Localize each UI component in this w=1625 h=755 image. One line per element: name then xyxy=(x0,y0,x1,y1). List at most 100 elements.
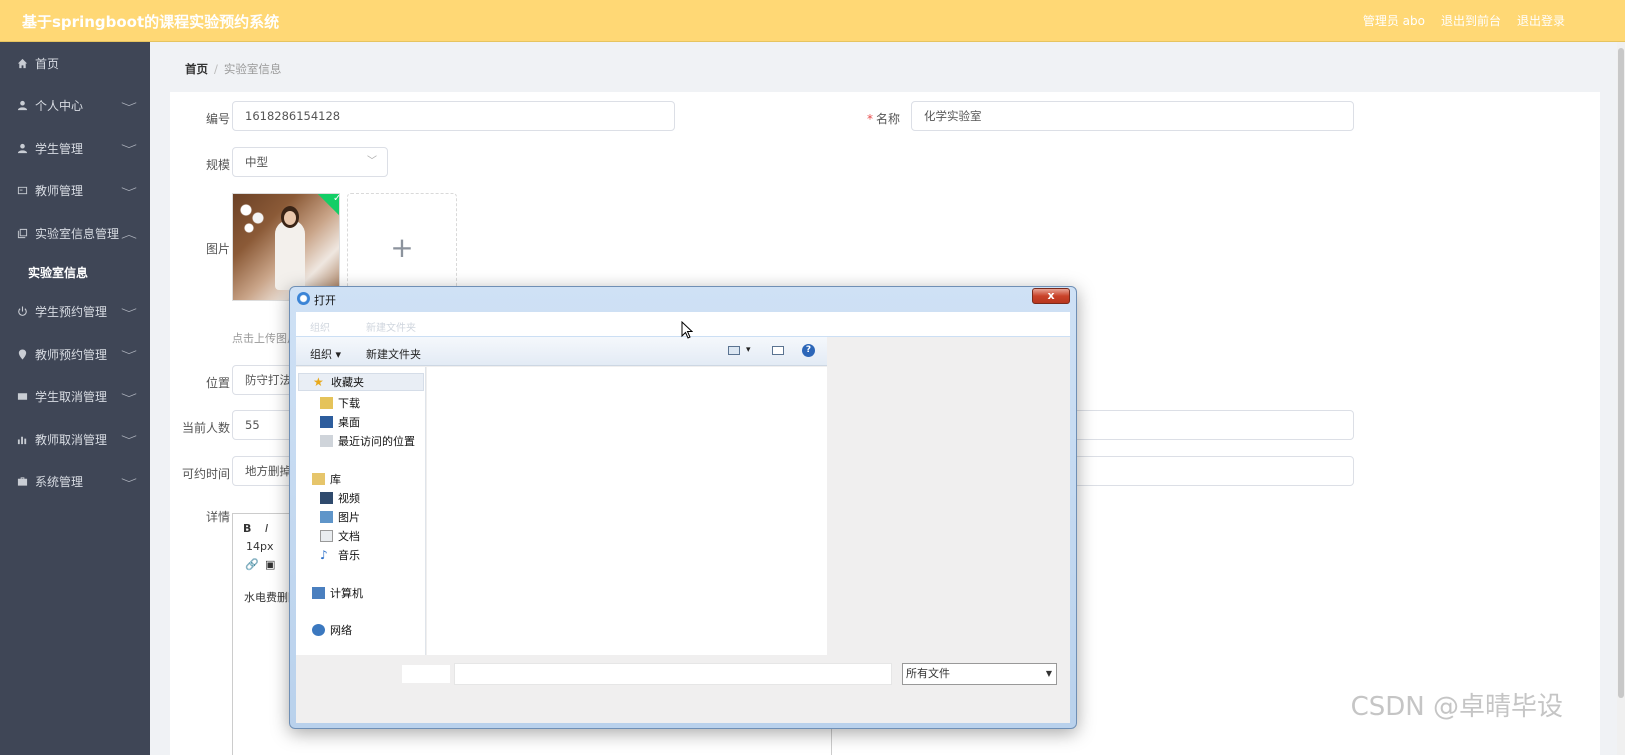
sidebar-item-profile[interactable]: 个人中心 ﹀ xyxy=(0,85,150,128)
libraries-icon xyxy=(312,473,325,485)
upload-add-button[interactable]: + xyxy=(347,193,457,301)
current-count-label: 当前人数 xyxy=(181,421,230,435)
name-input[interactable]: 化学实验室 xyxy=(911,101,1354,131)
nav-desktop[interactable]: 桌面 xyxy=(320,414,360,430)
chevron-up-icon: ︿ xyxy=(121,230,137,241)
image-label: 图片 xyxy=(205,242,230,256)
nav-documents[interactable]: 文档 xyxy=(320,528,360,544)
nav-videos[interactable]: 视频 xyxy=(320,490,360,506)
app-title: 基于springboot的课程实验预约系统 xyxy=(22,13,280,31)
sidebar-item-label: 系统管理 xyxy=(35,475,84,490)
sidebar-item-students[interactable]: 学生管理 ﹀ xyxy=(0,127,150,170)
computer-icon xyxy=(312,587,325,599)
top-actions: 管理员 abo 退出到前台 退出登录 xyxy=(1363,12,1565,29)
watermark: CSDN @卓晴毕设 xyxy=(1350,692,1563,722)
power-icon xyxy=(16,306,28,318)
breadcrumb-home[interactable]: 首页 xyxy=(185,62,208,76)
uploaded-photo xyxy=(233,194,339,300)
font-size-select[interactable]: 14px xyxy=(246,540,274,553)
dialog-titlebar[interactable]: 打开 x xyxy=(290,287,1076,309)
sidebar-item-label: 学生预约管理 xyxy=(35,305,108,320)
dialog-body: 组织 ▾ 新建文件夹 ▾ ? ★ 收藏夹 下载 桌面 最近访问的位置 库 视频 … xyxy=(296,337,1070,723)
chevron-down-icon: ﹀ xyxy=(121,187,137,199)
sidebar-item-teacher-booking[interactable]: 教师预约管理 ﹀ xyxy=(0,333,150,376)
nav-favorites[interactable]: ★ 收藏夹 xyxy=(298,373,424,391)
organize-menu[interactable]: 组织 ▾ xyxy=(310,346,341,362)
nav-network[interactable]: 网络 xyxy=(312,622,352,638)
star-icon: ★ xyxy=(313,375,324,389)
nav-libraries[interactable]: 库 xyxy=(312,471,341,487)
preview-pane-icon[interactable] xyxy=(772,346,784,355)
sidebar-item-system[interactable]: 系统管理 ﹀ xyxy=(0,461,150,504)
network-icon xyxy=(312,624,325,636)
sidebar-item-home[interactable]: 首页 xyxy=(0,42,150,85)
home-icon xyxy=(16,57,28,69)
chevron-down-icon: ﹀ xyxy=(121,436,137,447)
filename-input[interactable] xyxy=(454,663,892,685)
scrollbar-thumb[interactable] xyxy=(1618,48,1624,698)
nav-music[interactable]: ♪ 音乐 xyxy=(320,547,360,563)
sidebar-item-teachers[interactable]: 教师管理 ﹀ xyxy=(0,170,150,213)
sidebar-item-label: 教师管理 xyxy=(35,184,84,199)
location-icon xyxy=(16,348,28,360)
dialog-nav-pane: ★ 收藏夹 下载 桌面 最近访问的位置 库 视频 图片 文档 ♪ 音乐 计算机 … xyxy=(296,367,426,655)
nav-computer[interactable]: 计算机 xyxy=(312,585,363,601)
help-icon[interactable]: ? xyxy=(802,344,815,357)
chevron-down-icon: ﹀ xyxy=(121,351,137,362)
sidebar-item-student-cancel[interactable]: 学生取消管理 ﹀ xyxy=(0,376,150,419)
sidebar-item-teacher-cancel[interactable]: 教师取消管理 ﹀ xyxy=(0,418,150,461)
sidebar-item-label: 学生管理 xyxy=(35,141,84,156)
chevron-down-icon: ﹀ xyxy=(121,145,137,156)
user-icon xyxy=(16,142,28,154)
view-options-icon[interactable] xyxy=(728,346,740,355)
sidebar-item-label: 教师取消管理 xyxy=(35,432,108,447)
mail-icon xyxy=(16,391,28,403)
copy-icon xyxy=(16,227,28,239)
link-icon[interactable]: 🔗 xyxy=(245,558,259,571)
main-scrollbar[interactable] xyxy=(1617,42,1625,755)
nav-pictures[interactable]: 图片 xyxy=(320,509,360,525)
file-open-dialog: 打开 x 组织 新建文件夹 组织 ▾ 新建文件夹 ▾ ? ★收藏夹 下载 桌面 xyxy=(289,286,1077,729)
dropdown-arrow-icon: ▼ xyxy=(1045,669,1052,678)
bar-chart-icon xyxy=(16,433,28,445)
top-bar: 基于springboot的课程实验预约系统 管理员 abo 退出到前台 退出登录 xyxy=(0,0,1625,42)
sidebar-item-student-booking[interactable]: 学生预约管理 ﹀ xyxy=(0,291,150,334)
number-input[interactable]: 1618286154128 xyxy=(232,101,675,131)
dialog-close-button[interactable]: x xyxy=(1032,288,1070,304)
music-icon: ♪ xyxy=(320,548,328,562)
documents-icon xyxy=(320,530,333,542)
breadcrumb-separator: / xyxy=(214,62,218,76)
ghost-new-folder: 新建文件夹 xyxy=(366,323,416,334)
briefcase-icon xyxy=(16,476,28,488)
file-type-value: 所有文件 xyxy=(906,667,950,680)
sidebar: 首页 个人中心 ﹀ 学生管理 ﹀ 教师管理 ﹀ 实验室信息管理 ︿ 实验室信息 … xyxy=(0,42,150,755)
dialog-file-list[interactable] xyxy=(427,367,827,655)
dialog-app-icon xyxy=(297,292,310,305)
new-folder-button[interactable]: 新建文件夹 xyxy=(366,346,421,362)
frontend-link[interactable]: 退出到前台 xyxy=(1441,12,1501,29)
name-label: * 名称 xyxy=(840,110,900,127)
logout-link[interactable]: 退出登录 xyxy=(1517,12,1565,29)
view-dropdown-icon[interactable]: ▾ xyxy=(746,345,751,355)
ghost-organize: 组织 xyxy=(310,323,330,334)
detail-label: 详情 xyxy=(205,510,230,524)
video-icon xyxy=(320,492,333,504)
nav-downloads[interactable]: 下载 xyxy=(320,395,360,411)
required-mark: * xyxy=(866,112,873,126)
mouse-cursor-icon xyxy=(681,321,693,339)
sidebar-item-lab-info[interactable]: 实验室信息管理 ︿ xyxy=(0,212,150,255)
chevron-down-icon: ﹀ xyxy=(121,102,137,114)
italic-icon[interactable]: I xyxy=(265,522,268,535)
sidebar-subitem-lab-info[interactable]: 实验室信息 xyxy=(0,255,150,291)
scale-label: 规模 xyxy=(205,158,230,172)
desktop-icon xyxy=(320,416,333,428)
filename-label-stub xyxy=(402,665,450,683)
uploaded-image[interactable]: ✓ xyxy=(232,193,340,301)
name-label-text: 名称 xyxy=(875,112,900,126)
file-type-select[interactable]: 所有文件 ▼ xyxy=(902,663,1057,685)
scale-select[interactable]: 中型 ﹀ xyxy=(232,147,388,177)
chevron-down-icon: ﹀ xyxy=(121,393,137,405)
nav-recent[interactable]: 最近访问的位置 xyxy=(320,433,415,449)
bold-icon[interactable]: B xyxy=(243,522,251,535)
image-icon[interactable]: ▣ xyxy=(265,558,275,571)
